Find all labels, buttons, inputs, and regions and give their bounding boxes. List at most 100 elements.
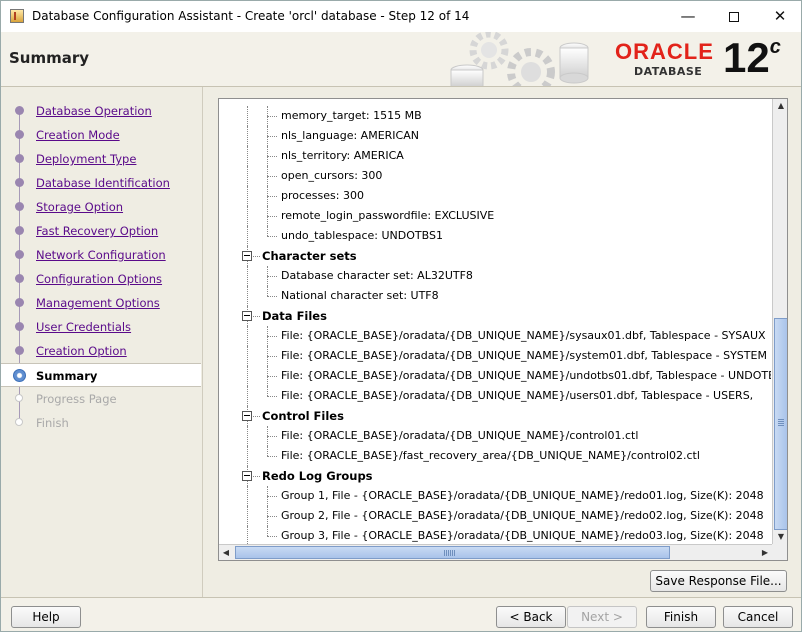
tree-guide-line bbox=[247, 426, 248, 446]
tree-guide-line bbox=[247, 326, 248, 346]
tree-connector bbox=[267, 296, 277, 297]
collapse-toggle-icon[interactable] bbox=[242, 311, 252, 321]
tree-guide-line bbox=[247, 266, 248, 286]
nav-step-label: Network Configuration bbox=[36, 248, 166, 262]
collapse-toggle-icon[interactable] bbox=[242, 251, 252, 261]
tree-guide-line bbox=[267, 526, 268, 536]
tree-leaf-label: Group 1, File - {ORACLE_BASE}/oradata/{D… bbox=[281, 489, 764, 502]
version-badge: 12c bbox=[723, 34, 781, 82]
next-button[interactable]: Next > bbox=[567, 606, 637, 628]
nav-step-user-credentials[interactable]: User Credentials bbox=[1, 315, 201, 339]
save-response-file-button[interactable]: Save Response File... bbox=[650, 570, 787, 592]
nav-step-label: Deployment Type bbox=[36, 152, 137, 166]
gears-decoration-icon bbox=[450, 32, 589, 86]
tree-connector bbox=[267, 116, 277, 117]
tree-guide-line bbox=[247, 346, 248, 366]
collapse-toggle-icon[interactable] bbox=[242, 411, 252, 421]
tree-connector bbox=[267, 456, 277, 457]
step-navigation: Database Operation Creation Mode Deploymen… bbox=[1, 87, 203, 597]
tree-guide-line bbox=[247, 386, 248, 406]
tree-section-node[interactable]: Data Files bbox=[219, 306, 771, 326]
maximize-button[interactable] bbox=[711, 1, 757, 32]
tree-connector bbox=[253, 316, 260, 317]
tree-leaf-node: nls_territory: AMERICA bbox=[219, 146, 771, 166]
nav-step-storage-option[interactable]: Storage Option bbox=[1, 195, 201, 219]
tree-leaf-node: memory_target: 1515 MB bbox=[219, 106, 771, 126]
scroll-down-arrow-icon[interactable]: ▼ bbox=[774, 530, 787, 544]
tree-leaf-node: Group 1, File - {ORACLE_BASE}/oradata/{D… bbox=[219, 486, 771, 506]
nav-step-summary[interactable]: Summary bbox=[1, 363, 201, 387]
nav-step-label: Storage Option bbox=[36, 200, 124, 214]
tree-leaf-label: National character set: UTF8 bbox=[281, 289, 439, 302]
scroll-right-arrow-icon[interactable]: ▶ bbox=[758, 546, 772, 560]
version-number: 12 bbox=[723, 34, 770, 81]
page-title: Summary bbox=[9, 49, 90, 67]
tree-leaf-node: File: {ORACLE_BASE}/oradata/{DB_UNIQUE_N… bbox=[219, 386, 771, 406]
tree-connector bbox=[267, 176, 277, 177]
tree-section-node[interactable]: Control Files bbox=[219, 406, 771, 426]
finish-button[interactable]: Finish bbox=[646, 606, 716, 628]
step-status-icon bbox=[15, 130, 24, 139]
window-title: Database Configuration Assistant - Creat… bbox=[32, 9, 470, 23]
help-button[interactable]: Help bbox=[11, 606, 81, 628]
version-suffix: c bbox=[769, 36, 781, 58]
scroll-left-arrow-icon[interactable]: ◀ bbox=[219, 546, 233, 560]
minimize-button[interactable]: — bbox=[665, 1, 711, 32]
vertical-scroll-thumb[interactable] bbox=[774, 318, 787, 530]
tree-guide-line bbox=[247, 206, 248, 226]
tree-leaf-node: open_cursors: 300 bbox=[219, 166, 771, 186]
tree-leaf-node: File: {ORACLE_BASE}/oradata/{DB_UNIQUE_N… bbox=[219, 426, 771, 446]
step-status-icon bbox=[15, 346, 24, 355]
tree-section-label: Control Files bbox=[262, 409, 344, 423]
tree-guide-line bbox=[267, 446, 268, 456]
tree-guide-line bbox=[247, 486, 248, 506]
tree-leaf-label: Group 2, File - {ORACLE_BASE}/oradata/{D… bbox=[281, 509, 764, 522]
tree-leaf-node: File: {ORACLE_BASE}/fast_recovery_area/{… bbox=[219, 446, 771, 466]
summary-tree[interactable]: memory_target: 1515 MB nls_language: AMER… bbox=[218, 98, 788, 561]
tree-leaf-label: File: {ORACLE_BASE}/oradata/{DB_UNIQUE_N… bbox=[281, 329, 766, 342]
step-status-icon bbox=[15, 418, 23, 426]
nav-step-fast-recovery-option[interactable]: Fast Recovery Option bbox=[1, 219, 201, 243]
collapse-toggle-icon[interactable] bbox=[242, 471, 252, 481]
tree-guide-line bbox=[267, 386, 268, 396]
horizontal-scroll-thumb[interactable] bbox=[235, 546, 670, 559]
close-button[interactable]: ✕ bbox=[757, 1, 802, 32]
tree-leaf-label: File: {ORACLE_BASE}/oradata/{DB_UNIQUE_N… bbox=[281, 369, 771, 382]
vertical-scrollbar[interactable]: ▲ ▼ bbox=[772, 99, 787, 544]
tree-leaf-label: nls_language: AMERICAN bbox=[281, 129, 419, 142]
nav-step-management-options[interactable]: Management Options bbox=[1, 291, 201, 315]
nav-step-label: Database Identification bbox=[36, 176, 170, 190]
tree-leaf-node: undo_tablespace: UNDOTBS1 bbox=[219, 226, 771, 246]
tree-connector bbox=[267, 436, 277, 437]
tree-section-node[interactable]: Character sets bbox=[219, 246, 771, 266]
back-button[interactable]: < Back bbox=[496, 606, 566, 628]
nav-step-label: Database Operation bbox=[36, 104, 152, 118]
tree-leaf-label: open_cursors: 300 bbox=[281, 169, 383, 182]
tree-guide-line bbox=[247, 446, 248, 466]
nav-step-deployment-type[interactable]: Deployment Type bbox=[1, 147, 201, 171]
nav-step-creation-mode[interactable]: Creation Mode bbox=[1, 123, 201, 147]
nav-step-progress-page: Progress Page bbox=[1, 387, 201, 411]
nav-step-creation-option[interactable]: Creation Option bbox=[1, 339, 201, 363]
nav-step-database-identification[interactable]: Database Identification bbox=[1, 171, 201, 195]
step-status-icon bbox=[15, 226, 24, 235]
nav-step-label: Progress Page bbox=[36, 392, 117, 406]
horizontal-scrollbar[interactable]: ◀ ▶ bbox=[219, 544, 772, 560]
tree-leaf-label: Database character set: AL32UTF8 bbox=[281, 269, 473, 282]
tree-section-node[interactable]: Redo Log Groups bbox=[219, 466, 771, 486]
oracle-logo: ORACLE bbox=[615, 39, 714, 64]
tree-guide-line bbox=[267, 226, 268, 236]
step-status-icon bbox=[15, 394, 23, 402]
nav-step-label: Summary bbox=[36, 369, 98, 383]
nav-step-database-operation[interactable]: Database Operation bbox=[1, 99, 201, 123]
scroll-up-arrow-icon[interactable]: ▲ bbox=[774, 99, 787, 113]
tree-leaf-label: File: {ORACLE_BASE}/oradata/{DB_UNIQUE_N… bbox=[281, 349, 767, 362]
tree-connector bbox=[267, 536, 277, 537]
tree-connector bbox=[253, 476, 260, 477]
tree-leaf-label: undo_tablespace: UNDOTBS1 bbox=[281, 229, 443, 242]
tree-connector bbox=[267, 196, 277, 197]
nav-step-network-configuration[interactable]: Network Configuration bbox=[1, 243, 201, 267]
cancel-button[interactable]: Cancel bbox=[723, 606, 793, 628]
nav-step-configuration-options[interactable]: Configuration Options bbox=[1, 267, 201, 291]
tree-connector bbox=[267, 156, 277, 157]
